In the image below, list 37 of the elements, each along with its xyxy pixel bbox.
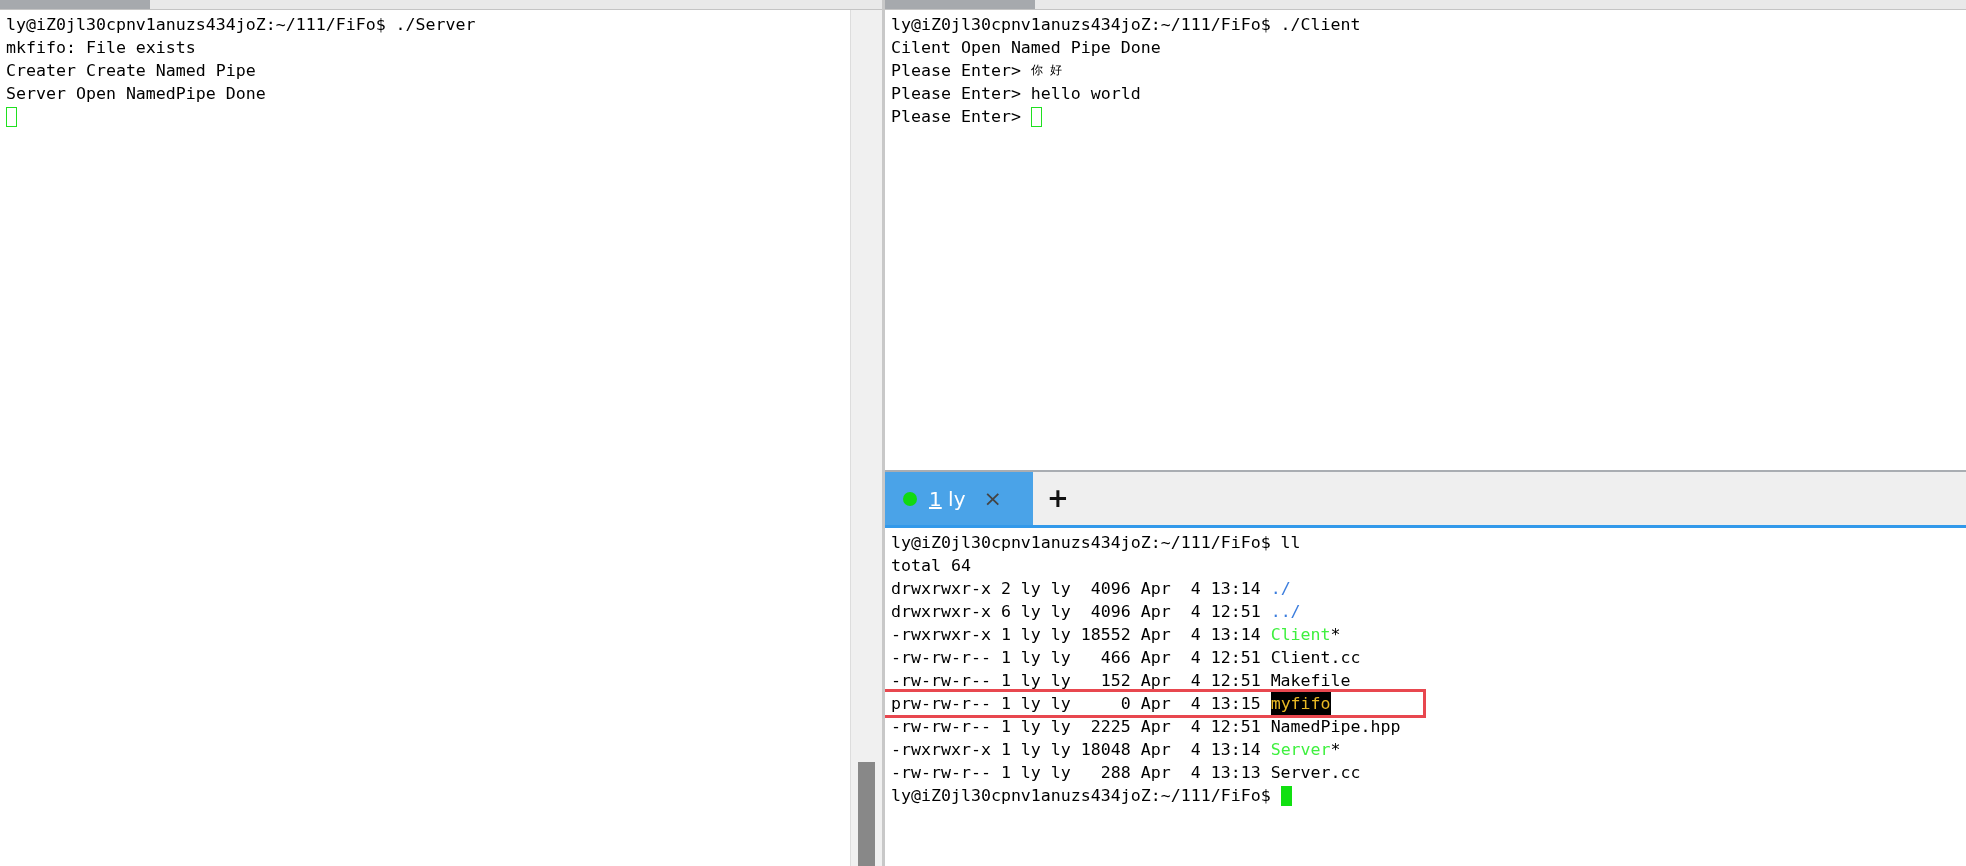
terminal-line: mkfifo: File exists [6,37,196,59]
terminal-line: -rwxrwxr-x 1 ly ly 18552 Apr 4 13:14 [891,624,1262,646]
terminal-line: Please Enter> hello world [891,83,1141,105]
terminal-line: -rw-rw-r-- 1 ly ly 2225 Apr 4 12:51 NamedPipe.hpp [891,716,1401,738]
terminal-line: * [1330,624,1341,646]
terminal-line: prw-rw-r-- 1 ly ly 0 Apr 4 13:15 [891,693,1262,715]
terminal-line: total 64 [891,555,971,577]
terminal-tab[interactable]: 1 ly × [885,472,1033,525]
close-icon[interactable]: × [983,482,1002,515]
terminal-line: Cilent Open Named Pipe Done [891,37,1161,59]
terminal-line: * [1330,739,1341,761]
terminal-line: -rw-rw-r-- 1 ly ly 466 Apr 4 12:51 Client.cc [891,647,1361,669]
fifo-name: myfifo [1270,692,1331,715]
terminal-line: Server Open NamedPipe Done [6,83,266,105]
terminal-line: -rw-rw-r-- 1 ly ly 152 Apr 4 12:51 Makefile [891,670,1351,692]
terminal-line: Please Enter> [891,60,1022,82]
terminal-line: Creater Create Named Pipe [6,60,256,82]
directory-name: ./ [1270,578,1291,600]
terminal-line: ly@iZ0jl30cpnv1anuzs434joZ:~/111/FiFo$ ./Client [891,14,1361,36]
directory-name: ../ [1270,601,1301,623]
tab-label: 1 ly [929,485,966,513]
terminal-line: Please Enter> [891,106,1022,128]
executable-name: Server [1270,739,1331,761]
scrollbar[interactable] [850,10,882,866]
new-tab-button[interactable]: + [1033,472,1083,525]
scrollbar-thumb[interactable] [858,762,875,866]
terminal-pane[interactable]: ly@iZ0jl30cpnv1anuzs434joZ:~/111/FiFo$ ./Client Cilent Open Named Pipe Done Please Enter> 你 好 Please Enter> hello world Please Enter> [885,10,1966,470]
terminal-pane[interactable]: ly@iZ0jl30cpnv1anuzs434joZ:~/111/FiFo$ ./Server mkfifo: File exists Creater Create Named Pipe Server Open NamedPipe Done [0,10,850,866]
terminal-line: drwxrwxr-x 6 ly ly 4096 Apr 4 12:51 [891,601,1262,623]
terminal-line: ly@iZ0jl30cpnv1anuzs434joZ:~/111/FiFo$ ./Server [6,14,476,36]
input-text: 你 好 [1030,62,1063,79]
terminal-line: -rwxrwxr-x 1 ly ly 18048 Apr 4 13:14 [891,739,1262,761]
executable-name: Client [1270,624,1331,646]
terminal-line: drwxrwxr-x 2 ly ly 4096 Apr 4 13:14 [891,578,1262,600]
terminal-line: ly@iZ0jl30cpnv1anuzs434joZ:~/111/FiFo$ ll [891,532,1301,554]
terminal-line: -rw-rw-r-- 1 ly ly 288 Apr 4 13:13 Server.cc [891,762,1361,784]
terminal-line: ly@iZ0jl30cpnv1anuzs434joZ:~/111/FiFo$ [891,785,1272,807]
